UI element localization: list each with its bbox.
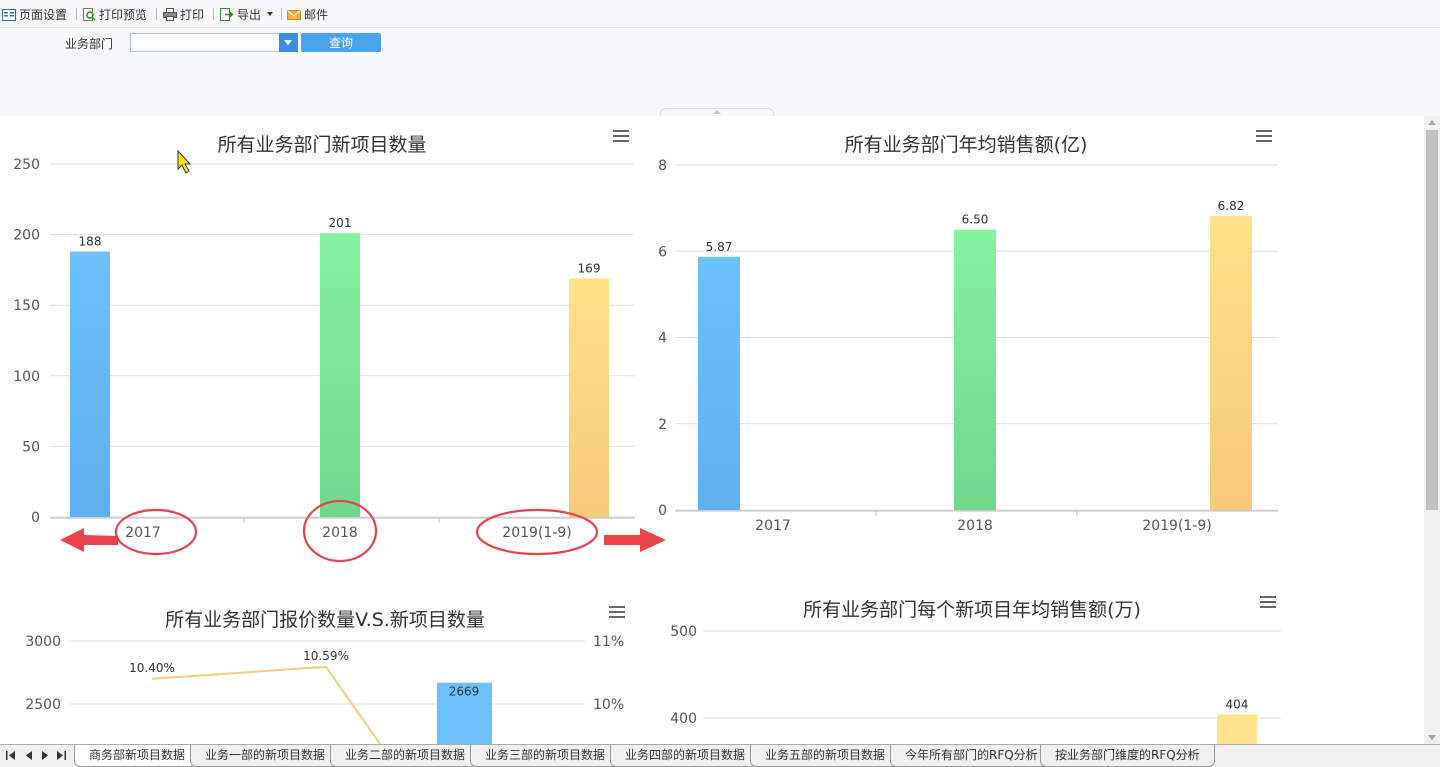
toolbar-separator — [281, 8, 282, 20]
scroll-down-icon[interactable] — [1428, 735, 1436, 740]
chart-title: 所有业务部门年均销售额(亿) — [845, 134, 1088, 156]
bar — [569, 278, 609, 517]
dropdown-arrow-icon[interactable] — [279, 33, 298, 52]
department-filter-label: 业务部门 — [65, 37, 114, 51]
sheet-tab[interactable]: 业务二部的新项目数据 — [330, 745, 481, 767]
y-tick-label: 100 — [13, 369, 40, 385]
chart-title: 所有业务部门每个新项目年均销售额(万) — [803, 599, 1141, 621]
scroll-up-icon[interactable] — [1428, 120, 1436, 125]
toolbar-separator — [213, 8, 214, 20]
data-label: 201 — [329, 216, 352, 230]
print-label: 打印 — [180, 7, 205, 22]
y-tick-label: 250 — [13, 157, 40, 173]
bar — [320, 233, 360, 518]
toolbar-separator — [76, 8, 77, 20]
department-select[interactable] — [130, 33, 298, 52]
y-tick-label: 200 — [13, 228, 40, 244]
chart-menu-icon[interactable] — [1260, 596, 1276, 608]
x-tick-label: 2019(1-9) — [1142, 518, 1211, 534]
printer-icon — [163, 7, 177, 21]
data-label: 5.87 — [706, 240, 733, 254]
scrollbar-thumb[interactable] — [1426, 130, 1438, 510]
bar — [1217, 714, 1257, 744]
data-label: 188 — [79, 235, 102, 249]
page-setup-icon — [2, 8, 16, 21]
bar — [698, 256, 740, 510]
x-tick-label: 2018 — [322, 525, 358, 541]
data-label: 169 — [578, 261, 601, 275]
y-tick-label: 50 — [22, 439, 40, 455]
chart-title: 所有业务部门新项目数量 — [217, 134, 426, 156]
chart-menu-icon[interactable] — [613, 130, 629, 142]
sheet-tab-bar: 商务部新项目数据 业务一部的新项目数据 业务二部的新项目数据 业务三部的新项目数… — [0, 744, 1440, 767]
mail-button[interactable]: 邮件 — [287, 6, 328, 22]
chart-menu-icon[interactable] — [609, 606, 625, 618]
y-tick-label: 500 — [670, 624, 697, 640]
sheet-tab[interactable]: 业务一部的新项目数据 — [190, 745, 341, 767]
print-preview-button[interactable]: 打印预览 — [82, 6, 147, 22]
chevron-down-icon — [267, 12, 274, 16]
next-sheet-icon[interactable] — [40, 750, 50, 761]
y-tick-label: 6 — [658, 244, 667, 260]
sheet-tab[interactable]: 业务四部的新项目数据 — [610, 745, 761, 767]
left-arrow-icon — [60, 528, 118, 552]
filter-bar: 业务部门 查询 — [0, 28, 1440, 116]
bar — [70, 251, 110, 517]
export-icon — [220, 7, 234, 21]
toolbar-separator — [156, 8, 157, 20]
last-sheet-icon[interactable] — [56, 750, 66, 761]
first-sheet-icon[interactable] — [6, 750, 16, 761]
x-tick-label: 2018 — [957, 518, 993, 534]
data-label: 10.59% — [303, 649, 349, 663]
bar — [1210, 215, 1252, 510]
y-tick-label: 2500 — [25, 697, 61, 713]
page-setup-label: 页面设置 — [19, 7, 68, 22]
y-tick-label: 150 — [13, 298, 40, 314]
print-button[interactable]: 打印 — [163, 6, 204, 22]
data-label: 404 — [1226, 698, 1249, 712]
mail-icon — [287, 8, 301, 21]
data-label: 2669 — [449, 685, 480, 699]
export-button[interactable]: 导出 — [220, 6, 274, 22]
vertical-scrollbar[interactable] — [1424, 116, 1440, 744]
prev-sheet-icon[interactable] — [24, 750, 34, 761]
sheet-tab[interactable]: 业务五部的新项目数据 — [750, 745, 901, 767]
x-tick-label: 2017 — [755, 518, 791, 534]
toolbar: 页面设置 打印预览 打印 导出 邮件 — [0, 0, 1440, 28]
bar — [954, 229, 996, 510]
sheet-tab[interactable]: 按业务部门维度的RFQ分析 — [1040, 745, 1215, 767]
x-tick-label: 2017 — [125, 525, 161, 541]
y-tick-label: 0 — [658, 503, 667, 519]
report-content: 所有业务部门新项目数量 0 50 100 150 200 250 188 201 169 2017 2… — [0, 116, 1424, 744]
data-label: 10.40% — [129, 661, 175, 675]
collapse-toggle[interactable] — [660, 108, 774, 116]
x-tick-label: 2019(1-9) — [502, 525, 571, 541]
export-label: 导出 — [237, 7, 262, 22]
data-label: 6.50 — [962, 213, 989, 227]
y-tick-label-right: 11% — [593, 634, 624, 650]
sheet-tab[interactable]: 商务部新项目数据 — [74, 745, 201, 767]
y-tick-label: 4 — [658, 331, 667, 347]
y-tick-label: 8 — [658, 158, 667, 174]
chart-menu-icon[interactable] — [1256, 130, 1272, 142]
y-tick-label: 400 — [670, 711, 697, 727]
y-tick-label-right: 10% — [593, 697, 624, 713]
sheet-tab[interactable]: 业务三部的新项目数据 — [470, 745, 621, 767]
print-preview-label: 打印预览 — [99, 7, 148, 22]
sheet-tab[interactable]: 今年所有部门的RFQ分析 — [890, 745, 1053, 767]
series-line — [151, 665, 381, 744]
chart-title: 所有业务部门报价数量V.S.新项目数量 — [165, 609, 485, 631]
mail-label: 邮件 — [304, 7, 329, 22]
data-label: 6.82 — [1218, 199, 1245, 213]
mouse-cursor-icon — [177, 149, 192, 174]
y-tick-label: 0 — [31, 510, 40, 526]
y-tick-label: 3000 — [25, 634, 61, 650]
query-button[interactable]: 查询 — [301, 33, 381, 52]
right-arrow-icon — [604, 528, 666, 552]
page-setup-button[interactable]: 页面设置 — [2, 6, 67, 22]
charts-canvas: 所有业务部门新项目数量 0 50 100 150 200 250 188 201 169 2017 2… — [13, 130, 1281, 744]
print-preview-icon — [82, 7, 96, 21]
y-tick-label: 2 — [658, 417, 667, 433]
